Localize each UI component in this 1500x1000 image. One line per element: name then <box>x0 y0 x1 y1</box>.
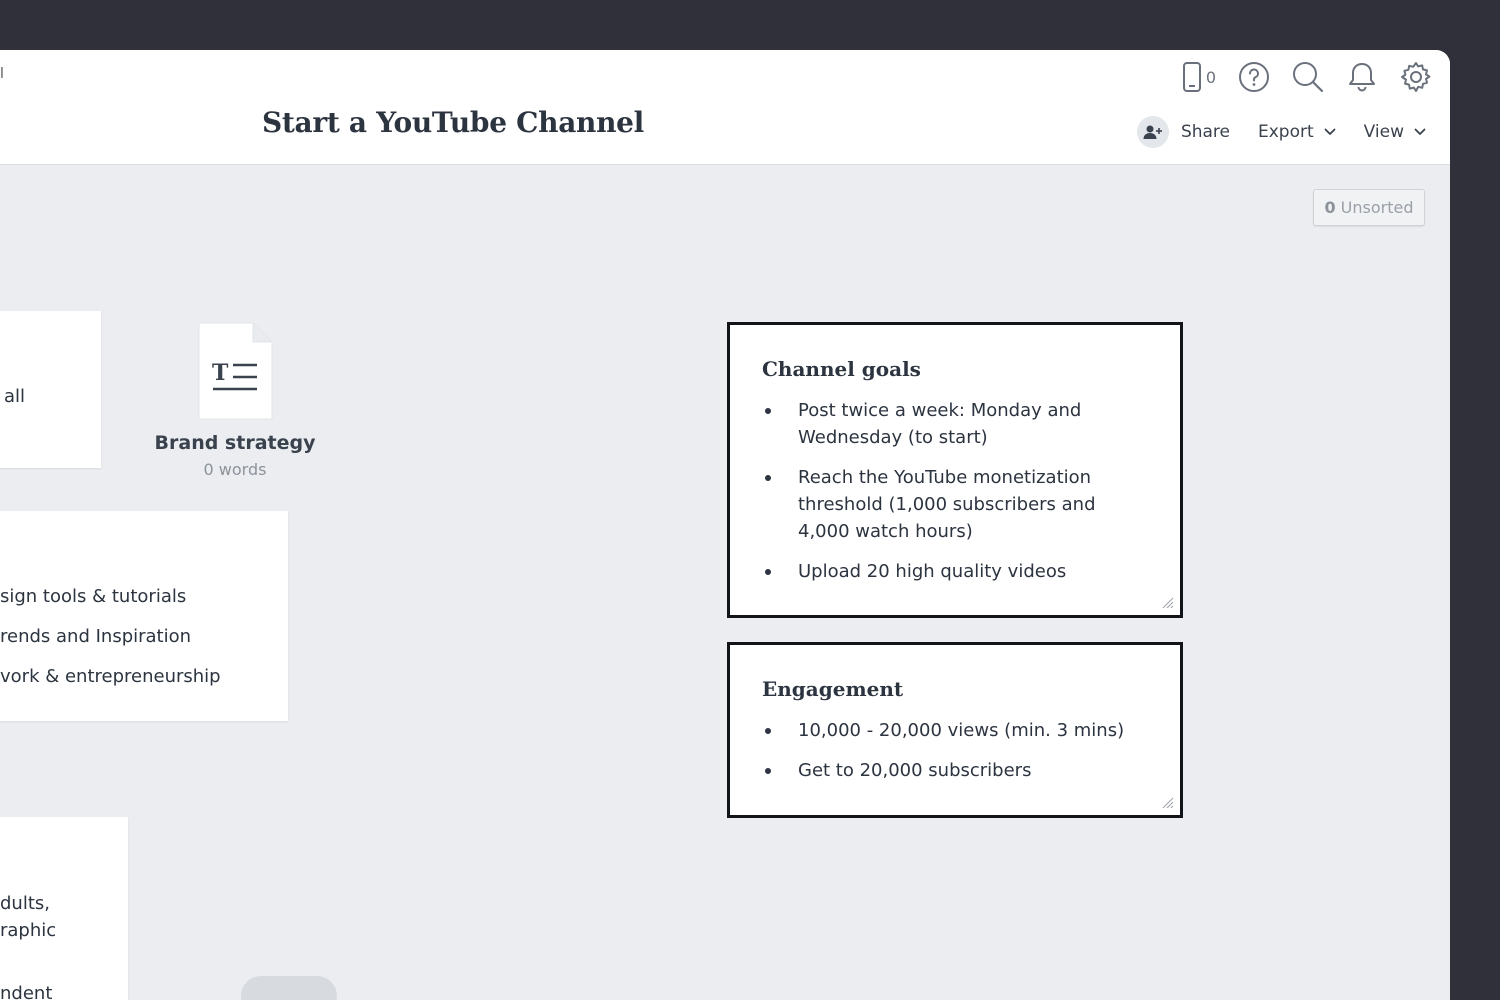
help-icon <box>1239 62 1269 92</box>
view-label: View <box>1363 122 1404 142</box>
top-bar: l Start a YouTube Channel 0 Share Export… <box>0 50 1450 165</box>
add-user-icon <box>1143 125 1162 139</box>
note-list: 10,000 - 20,000 views (min. 3 mins) Get … <box>762 717 1150 797</box>
gear-icon <box>1401 62 1431 92</box>
share-button[interactable]: Share <box>1136 116 1230 148</box>
search-button[interactable] <box>1292 60 1324 94</box>
document-word-count: 0 words <box>203 460 267 479</box>
card-text-line: rends and Inspiration <box>0 626 192 647</box>
card-text-line: ndent <box>0 983 53 1000</box>
card-partial-bottom[interactable]: dults, raphic ndent <box>0 817 128 1000</box>
bell-icon <box>1349 63 1375 92</box>
breadcrumb[interactable]: l <box>0 66 4 82</box>
mobile-count: 0 <box>1205 67 1216 87</box>
card-text-line: dults, <box>0 893 50 914</box>
list-item: 10,000 - 20,000 views (min. 3 mins) <box>762 717 1150 744</box>
header-actions: Share Export View <box>1136 116 1426 148</box>
toolbar-icons: 0 <box>1182 60 1432 94</box>
list-item: Post twice a week: Monday and Wednesday … <box>762 397 1150 451</box>
unsorted-label: Unsorted <box>1340 198 1414 217</box>
chevron-down-icon <box>1324 128 1336 135</box>
card-partial-top[interactable]: all <box>0 311 101 468</box>
list-item: Reach the YouTube monetization threshold… <box>762 464 1150 545</box>
list-item: Upload 20 high quality videos <box>762 558 1150 585</box>
resize-handle-icon[interactable] <box>1162 597 1174 609</box>
note-title: Channel goals <box>762 357 921 381</box>
floating-pill-button[interactable] <box>241 976 337 1000</box>
card-text-line: sign tools & tutorials <box>0 586 187 607</box>
card-text-line: vork & entrepreneurship <box>0 666 221 687</box>
card-text-line: raphic <box>0 920 57 941</box>
unsorted-count: 0 <box>1324 198 1336 217</box>
search-icon <box>1293 62 1324 93</box>
card-partial-middle[interactable]: sign tools & tutorials rends and Inspira… <box>0 511 288 721</box>
page-title[interactable]: Start a YouTube Channel <box>262 106 644 139</box>
svg-text:T: T <box>212 360 229 386</box>
chevron-down-icon <box>1414 128 1426 135</box>
note-channel-goals[interactable]: Channel goals Post twice a week: Monday … <box>727 322 1183 618</box>
document-title: Brand strategy <box>154 432 316 454</box>
export-dropdown[interactable]: Export <box>1258 122 1336 142</box>
note-list: Post twice a week: Monday and Wednesday … <box>762 397 1150 598</box>
resize-handle-icon[interactable] <box>1162 797 1174 809</box>
document-icon: T <box>198 322 273 420</box>
unsorted-button[interactable]: 0 Unsorted <box>1313 189 1425 226</box>
notifications-button[interactable] <box>1346 60 1378 94</box>
view-dropdown[interactable]: View <box>1364 122 1426 142</box>
settings-button[interactable] <box>1400 60 1432 94</box>
help-button[interactable] <box>1238 60 1270 94</box>
document-brand-strategy[interactable]: T Brand strategy 0 words <box>130 322 340 479</box>
note-title: Engagement <box>762 677 904 701</box>
note-engagement[interactable]: Engagement 10,000 - 20,000 views (min. 3… <box>727 642 1183 818</box>
card-text: all <box>4 386 26 407</box>
mobile-icon <box>1182 62 1201 92</box>
export-label: Export <box>1258 122 1314 142</box>
avatar <box>1136 116 1169 148</box>
share-label: Share <box>1180 122 1230 142</box>
list-item: Get to 20,000 subscribers <box>762 757 1150 784</box>
board-window: l Start a YouTube Channel 0 Share Export… <box>0 50 1450 1000</box>
mobile-button[interactable]: 0 <box>1182 60 1216 94</box>
